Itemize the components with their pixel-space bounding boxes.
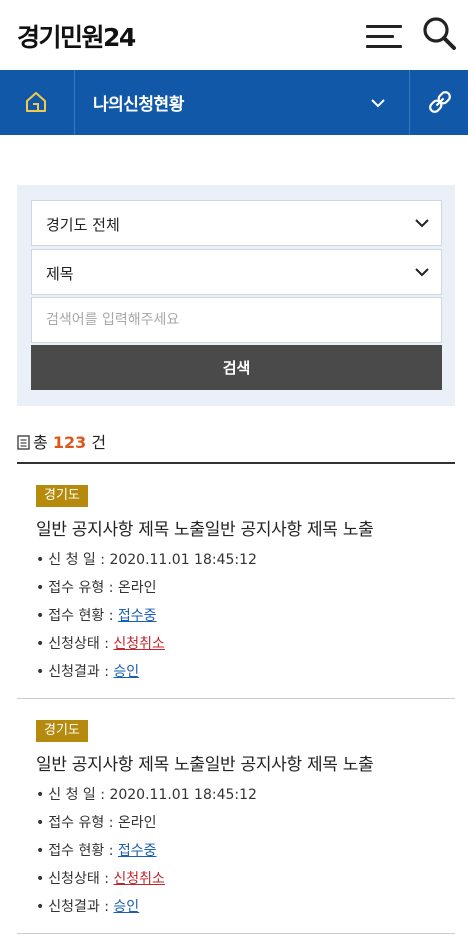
result-row: • 신청결과 : 승인 [36,899,140,915]
location-nav: 나의신청현황 [0,70,468,135]
type-value: 온라인 [117,815,157,831]
count-suffix: 건 [91,433,107,452]
type-label: 접수 유형 [48,580,105,596]
receipt-label: 접수 현황 [48,843,105,859]
status-link[interactable]: 신청취소 [113,871,165,887]
item-title[interactable]: 일반 공지사항 제목 노출일반 공지사항 제목 노출 [36,515,374,540]
search-button[interactable]: 검색 [31,345,442,390]
field-select-value: 제목 [46,265,74,283]
status-row: • 신청상태 : 신청취소 [36,871,165,887]
link-icon [429,91,451,113]
receipt-status-link[interactable]: 접수중 [118,608,157,624]
region-select-value: 경기도 전체 [46,216,120,234]
chevron-down-icon [371,99,385,108]
home-button[interactable] [0,70,75,135]
list-item: 경기도 일반 공지사항 제목 노출일반 공지사항 제목 노출 • 신 청 일 : … [17,464,455,699]
result-count: 총 123 건 [17,429,106,453]
count-number: 123 [52,433,87,452]
home-icon [26,92,46,112]
date-value: 2020.11.01 18:45:12 [109,552,257,568]
receipt-label: 접수 현황 [48,608,105,624]
count-prefix: 총 [33,433,48,452]
share-link-button[interactable] [409,70,468,135]
receipt-status-link[interactable]: 접수중 [118,843,157,859]
result-link[interactable]: 승인 [113,899,139,915]
list-item: 경기도 일반 공지사항 제목 노출일반 공지사항 제목 노출 • 신 청 일 : … [17,699,455,934]
result-row: • 신청결과 : 승인 [36,664,140,680]
hamburger-icon[interactable] [362,20,406,52]
search-panel: 경기도 전체 제목 검색 [17,185,455,406]
type-label: 접수 유형 [48,815,105,831]
top-header: 경기민원24 [0,0,468,70]
status-link[interactable]: 신청취소 [113,636,165,652]
type-row: • 접수 유형 : 온라인 [36,580,157,596]
type-value: 온라인 [117,580,157,596]
receipt-row: • 접수 현황 : 접수중 [36,608,157,624]
site-logo[interactable]: 경기민원24 [17,18,136,54]
region-badge: 경기도 [36,720,88,742]
search-input[interactable] [31,297,442,343]
search-icon[interactable] [420,14,460,54]
date-value: 2020.11.01 18:45:12 [109,787,257,803]
chevron-down-icon [415,268,429,277]
date-label: 신 청 일 [48,787,96,803]
status-label: 신청상태 [48,636,100,652]
result-label: 신청결과 [48,664,100,680]
nav-menu-dropdown[interactable]: 나의신청현황 [75,70,409,135]
date-row: • 신 청 일 : 2020.11.01 18:45:12 [36,552,257,568]
date-row: • 신 청 일 : 2020.11.01 18:45:12 [36,787,257,803]
nav-title: 나의신청현황 [93,95,184,115]
status-label: 신청상태 [48,871,100,887]
region-select[interactable]: 경기도 전체 [31,200,442,246]
item-title[interactable]: 일반 공지사항 제목 노출일반 공지사항 제목 노출 [36,750,374,775]
region-badge: 경기도 [36,485,88,507]
result-link[interactable]: 승인 [113,664,139,680]
status-row: • 신청상태 : 신청취소 [36,636,165,652]
date-label: 신 청 일 [48,552,96,568]
field-select[interactable]: 제목 [31,249,442,295]
receipt-row: • 접수 현황 : 접수중 [36,843,157,859]
document-icon [17,435,30,450]
result-label: 신청결과 [48,899,100,915]
type-row: • 접수 유형 : 온라인 [36,815,157,831]
chevron-down-icon [415,219,429,228]
